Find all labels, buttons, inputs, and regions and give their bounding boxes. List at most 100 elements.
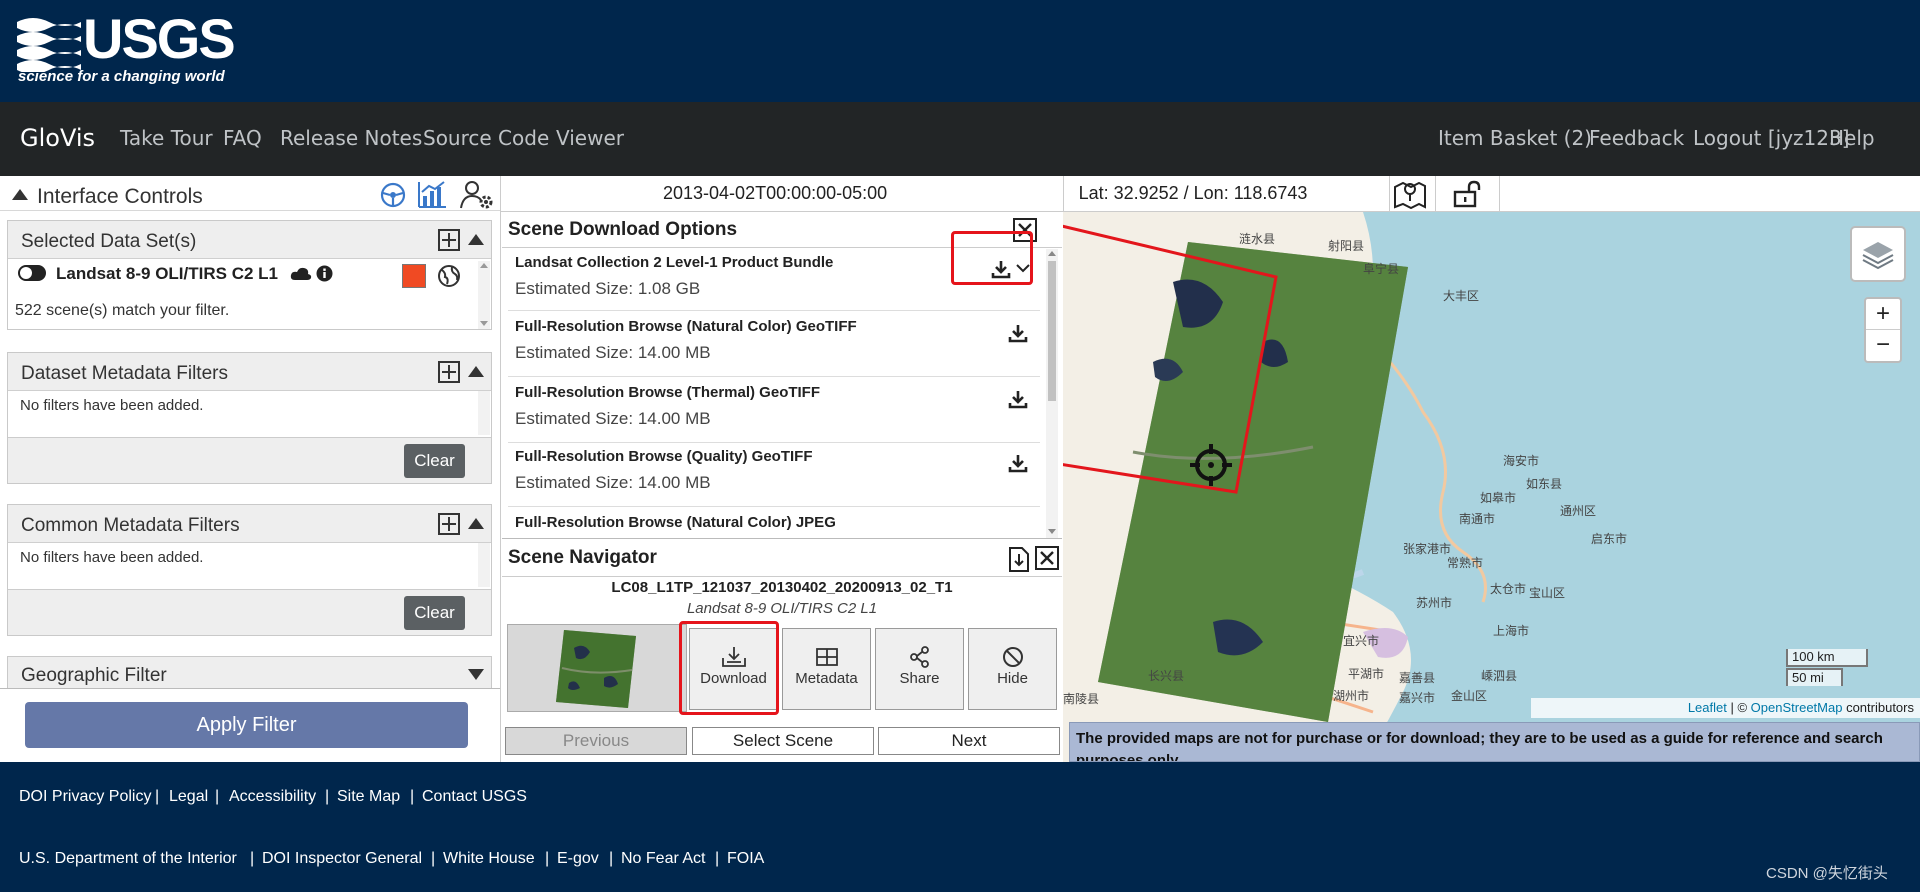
scene-id: LC08_L1TP_121037_20130402_20200913_02_T1 bbox=[611, 579, 953, 596]
layers-control[interactable] bbox=[1850, 226, 1906, 282]
hide-button[interactable]: Hide bbox=[968, 628, 1057, 710]
dataset-toggle[interactable] bbox=[18, 265, 46, 281]
add-filter-icon[interactable] bbox=[438, 361, 460, 383]
interface-controls-header: Interface Controls bbox=[0, 177, 500, 211]
common-metadata-filters-panel: Common Metadata Filters No filters have … bbox=[7, 504, 492, 636]
map-marker-icon[interactable] bbox=[1393, 179, 1427, 209]
map-place-label: 阜宁县 bbox=[1363, 262, 1400, 276]
osm-link[interactable]: OpenStreetMap bbox=[1751, 700, 1843, 715]
usgs-logo[interactable]: USGS science for a changing world bbox=[17, 7, 236, 90]
share-button[interactable]: Share bbox=[875, 628, 964, 710]
selected-datasets-header: Selected Data Set(s) bbox=[8, 221, 491, 259]
expand-down-icon[interactable] bbox=[468, 669, 484, 680]
scene-count: 522 scene(s) match your filter. bbox=[15, 302, 230, 319]
chart-icon[interactable] bbox=[417, 180, 447, 208]
scrollbar[interactable] bbox=[478, 391, 490, 435]
map-place-label: 嘉兴市 bbox=[1399, 691, 1436, 705]
interface-controls-title: Interface Controls bbox=[37, 185, 203, 208]
scene-date: 2013-04-02T00:00:00-05:00 bbox=[663, 183, 888, 203]
site-footer: DOI Privacy Policy | Legal | Accessibili… bbox=[0, 762, 1920, 892]
globe-icon[interactable] bbox=[437, 264, 461, 288]
nav-logout[interactable]: Logout [jyz123] bbox=[1693, 126, 1850, 150]
metadata-button[interactable]: Metadata bbox=[782, 628, 871, 710]
geographic-filter-panel: Geographic Filter bbox=[7, 656, 492, 691]
footer-link[interactable]: Legal bbox=[169, 788, 208, 806]
footer-link[interactable]: Contact USGS bbox=[422, 788, 527, 806]
add-filter-icon[interactable] bbox=[438, 513, 460, 535]
footer-link[interactable]: U.S. Department of the Interior bbox=[19, 850, 237, 868]
scale-mi: 50 mi bbox=[1786, 668, 1843, 686]
map-place-label: 通州区 bbox=[1560, 504, 1597, 518]
leaflet-link[interactable]: Leaflet bbox=[1688, 700, 1727, 715]
map-place-label: 张家港市 bbox=[1403, 542, 1452, 556]
geographic-filter-header[interactable]: Geographic Filter bbox=[8, 657, 491, 691]
scrollbar[interactable] bbox=[478, 543, 490, 587]
site-header: USGS science for a changing world bbox=[0, 0, 1920, 102]
share-icon bbox=[909, 646, 929, 668]
nav-faq[interactable]: FAQ bbox=[223, 126, 262, 150]
scale-km: 100 km bbox=[1786, 649, 1868, 667]
map-view[interactable]: 大丰区 海安市 如东县 如皋市 南通市 通州区 启东市 张家港市 常熟市 太仓市… bbox=[1063, 212, 1920, 762]
footer-link[interactable]: White House bbox=[443, 850, 535, 868]
footer-link[interactable]: Site Map bbox=[337, 788, 400, 806]
footer-link[interactable]: No Fear Act bbox=[621, 850, 705, 868]
download-option-size: Estimated Size: 14.00 MB bbox=[515, 343, 711, 362]
disclaimer-text: The provided maps are not for purchase o… bbox=[1076, 730, 1883, 762]
steering-wheel-icon[interactable] bbox=[380, 182, 406, 208]
download-icon[interactable] bbox=[1008, 323, 1028, 343]
nav-take-tour[interactable]: Take Tour bbox=[120, 126, 213, 150]
map-place-label: 南通市 bbox=[1459, 512, 1496, 526]
download-option-name: Full-Resolution Browse (Natural Color) J… bbox=[515, 514, 836, 531]
select-scene-button[interactable]: Select Scene bbox=[692, 727, 874, 755]
scrollbar[interactable] bbox=[478, 261, 490, 329]
export-icon[interactable] bbox=[1008, 545, 1030, 573]
cloud-icon bbox=[290, 267, 312, 280]
download-option-name: Full-Resolution Browse (Quality) GeoTIFF bbox=[515, 448, 813, 465]
info-icon[interactable] bbox=[316, 265, 333, 282]
highlight-box bbox=[679, 621, 779, 715]
nav-release-notes[interactable]: Release Notes bbox=[280, 126, 422, 150]
user-settings-icon[interactable] bbox=[460, 180, 494, 210]
collapse-up-icon[interactable] bbox=[468, 366, 484, 377]
footer-link[interactable]: DOI Inspector General bbox=[262, 850, 422, 868]
scene-download-options-title: Scene Download Options bbox=[508, 219, 738, 240]
download-icon[interactable] bbox=[1008, 389, 1028, 409]
download-icon[interactable] bbox=[1008, 453, 1028, 473]
logo-tagline: science for a changing world bbox=[18, 68, 225, 85]
selected-datasets-title: Selected Data Set(s) bbox=[21, 231, 197, 252]
zoom-in-button[interactable]: + bbox=[1866, 299, 1900, 330]
nav-source-code[interactable]: Source Code bbox=[423, 126, 549, 150]
nav-viewer[interactable]: Viewer bbox=[556, 126, 624, 150]
footer-link[interactable]: E-gov bbox=[557, 850, 599, 868]
nav-item-basket[interactable]: Item Basket (2) bbox=[1438, 126, 1592, 150]
no-filters-text: No filters have been added. bbox=[20, 397, 204, 414]
previous-button[interactable]: Previous bbox=[505, 727, 687, 755]
divider bbox=[1499, 176, 1500, 212]
scrollbar[interactable] bbox=[1046, 249, 1058, 538]
unlock-icon[interactable] bbox=[1453, 180, 1483, 208]
download-option-name: Landsat Collection 2 Level-1 Product Bun… bbox=[515, 254, 834, 271]
collapse-up-icon[interactable] bbox=[468, 518, 484, 529]
clear-button[interactable]: Clear bbox=[404, 596, 465, 630]
dataset-color-swatch[interactable] bbox=[402, 264, 426, 288]
clear-button[interactable]: Clear bbox=[404, 444, 465, 478]
scene-dataset: Landsat 8-9 OLI/TIRS C2 L1 bbox=[686, 600, 878, 617]
ban-icon bbox=[1002, 647, 1023, 667]
add-dataset-icon[interactable] bbox=[438, 229, 460, 251]
nav-feedback[interactable]: Feedback bbox=[1589, 126, 1684, 150]
footer-link[interactable]: DOI Privacy Policy bbox=[19, 788, 151, 806]
next-button[interactable]: Next bbox=[878, 727, 1060, 755]
zoom-out-button[interactable]: − bbox=[1866, 330, 1900, 361]
apply-filter-button[interactable]: Apply Filter bbox=[25, 702, 468, 748]
nav-help[interactable]: Help bbox=[1829, 126, 1875, 150]
map-place-label: 嘉善县 bbox=[1399, 671, 1436, 685]
brand-glovis[interactable]: GloVis bbox=[20, 124, 95, 152]
collapse-up-icon[interactable] bbox=[12, 189, 28, 200]
scene-thumbnail[interactable] bbox=[554, 628, 638, 710]
map-place-label: 平湖市 bbox=[1348, 667, 1385, 681]
collapse-up-icon[interactable] bbox=[468, 234, 484, 245]
close-icon[interactable] bbox=[1035, 546, 1059, 570]
footer-link[interactable]: FOIA bbox=[727, 850, 764, 868]
download-option-name: Full-Resolution Browse (Thermal) GeoTIFF bbox=[515, 384, 821, 401]
footer-link[interactable]: Accessibility bbox=[229, 788, 316, 806]
